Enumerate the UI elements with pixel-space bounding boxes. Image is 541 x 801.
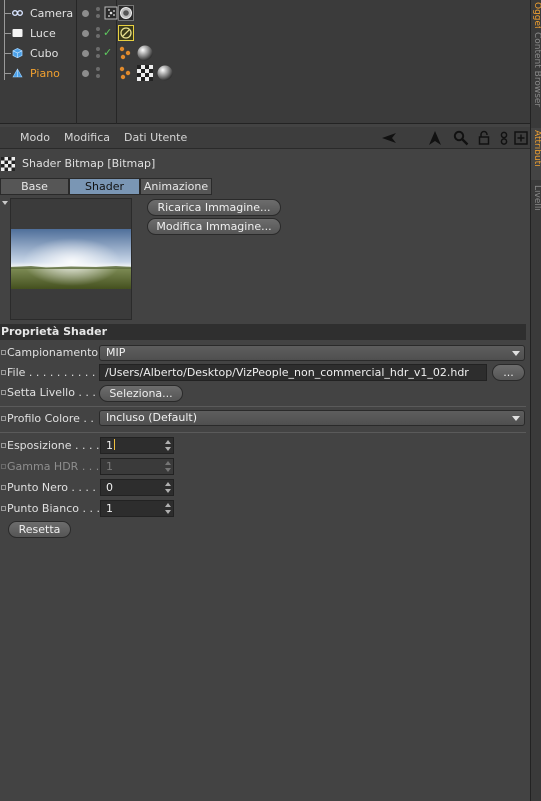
tab-base[interactable]: Base xyxy=(0,178,69,195)
cube-icon xyxy=(12,48,23,58)
tab-livelli[interactable]: Livelli xyxy=(531,183,541,228)
enabled-check-icon[interactable]: ✓ xyxy=(103,46,112,59)
label-profilo-colore: Profilo Colore . . xyxy=(7,412,94,425)
chevron-down-icon xyxy=(512,416,520,421)
attribute-header: Shader Bitmap [Bitmap] xyxy=(0,153,530,175)
object-name[interactable]: Piano xyxy=(30,67,60,80)
divider xyxy=(0,432,526,433)
camera-icon xyxy=(12,10,23,16)
dropdown-value: Incluso (Default) xyxy=(106,411,198,424)
label-punto-nero: Punto Nero . . . . . xyxy=(7,481,103,494)
link-icon[interactable] xyxy=(496,130,512,146)
plane-icon xyxy=(12,68,23,78)
reset-button[interactable]: Resetta xyxy=(8,521,71,538)
checker-material-tag-icon[interactable] xyxy=(137,65,153,81)
label-gamma-hdr: Gamma HDR . . . . xyxy=(7,460,107,473)
label-campionamento: Campionamento xyxy=(7,346,99,359)
tab-oggetti[interactable]: Oggetti xyxy=(531,0,541,28)
tab-content-browser[interactable]: Content Browser xyxy=(531,30,541,125)
label-punto-bianco: Punto Bianco . . . xyxy=(7,502,100,515)
side-tab-strip: Oggetti Content Browser Attributi Livell… xyxy=(530,0,541,801)
dropdown-value: MIP xyxy=(106,346,126,359)
property-marker[interactable] xyxy=(1,370,6,375)
tree-branch xyxy=(4,73,11,74)
property-marker[interactable] xyxy=(1,350,6,355)
search-icon[interactable] xyxy=(453,130,469,146)
label-esposizione: Esposizione . . . . xyxy=(7,439,100,452)
stepper-arrows-icon xyxy=(165,461,171,472)
lock-icon[interactable] xyxy=(476,130,492,146)
black-point-input[interactable]: 0 xyxy=(100,479,174,496)
attribute-menubar: Modo Modifica Dati Utente xyxy=(0,127,530,149)
page-title: Shader Bitmap [Bitmap] xyxy=(22,157,156,170)
file-path-field[interactable]: /Users/Alberto/Desktop/VizPeople_non_com… xyxy=(99,364,487,381)
text-cursor xyxy=(114,439,115,450)
stepper-arrows-icon[interactable] xyxy=(165,503,171,514)
divider xyxy=(0,406,526,407)
object-row-camera[interactable]: Camera xyxy=(0,3,530,23)
render-visibility-dots[interactable] xyxy=(96,27,102,39)
section-header[interactable]: Proprietà Shader xyxy=(0,324,526,340)
property-marker[interactable] xyxy=(1,390,6,395)
material-tag-icon[interactable] xyxy=(157,65,173,81)
compositing-tag-icon[interactable] xyxy=(118,25,134,41)
render-visibility-dots[interactable] xyxy=(96,47,102,59)
edit-image-button[interactable]: Modifica Immagine... xyxy=(147,218,281,235)
phong-tag-icon[interactable] xyxy=(118,45,134,61)
tree-branch xyxy=(4,33,11,34)
object-name[interactable]: Camera xyxy=(30,7,73,20)
color-profile-dropdown[interactable]: Incluso (Default) xyxy=(99,410,525,426)
menu-modifica[interactable]: Modifica xyxy=(64,131,110,144)
back-arrow-icon[interactable] xyxy=(381,130,397,146)
label-file: File . . . . . . . . . . . xyxy=(7,366,103,379)
tree-branch xyxy=(4,53,11,54)
tab-attributi[interactable]: Attributi xyxy=(531,128,541,180)
stepper-arrows-icon[interactable] xyxy=(165,482,171,493)
tab-animazione[interactable]: Animazione xyxy=(140,178,212,195)
object-row-piano[interactable]: Piano xyxy=(0,63,530,83)
browse-file-button[interactable]: ... xyxy=(492,364,525,381)
menu-dati-utente[interactable]: Dati Utente xyxy=(124,131,187,144)
property-marker[interactable] xyxy=(1,464,6,469)
object-manager: Camera Luce ✓ Cubo ✓ Piano xyxy=(0,0,530,124)
enabled-check-icon[interactable]: ✓ xyxy=(103,26,112,39)
property-marker[interactable] xyxy=(1,443,6,448)
visibility-dot[interactable] xyxy=(82,70,89,77)
bitmap-preview xyxy=(10,198,132,320)
protection-tag-icon[interactable] xyxy=(118,5,134,21)
visibility-dot[interactable] xyxy=(82,30,89,37)
visibility-dot[interactable] xyxy=(82,50,89,57)
object-name[interactable]: Luce xyxy=(30,27,56,40)
gamma-hdr-input: 1 xyxy=(100,458,174,475)
light-icon xyxy=(12,29,23,37)
object-row-cubo[interactable]: Cubo ✓ xyxy=(0,43,530,63)
object-row-luce[interactable]: Luce ✓ xyxy=(0,23,530,43)
phong-tag-icon[interactable] xyxy=(118,65,134,81)
property-marker[interactable] xyxy=(1,416,6,421)
campionamento-dropdown[interactable]: MIP xyxy=(99,345,525,361)
exposure-input[interactable]: 1 xyxy=(100,437,174,454)
chevron-down-icon xyxy=(512,351,520,356)
visibility-dot[interactable] xyxy=(82,10,89,17)
object-name[interactable]: Cubo xyxy=(30,47,58,60)
new-panel-icon[interactable] xyxy=(513,130,529,146)
property-marker[interactable] xyxy=(1,506,6,511)
hdr-preview-image xyxy=(11,229,131,289)
white-point-input[interactable]: 1 xyxy=(100,500,174,517)
tree-branch xyxy=(4,13,11,14)
material-tag-icon[interactable] xyxy=(137,45,153,61)
section-title: Proprietà Shader xyxy=(1,325,108,338)
up-arrow-icon[interactable] xyxy=(427,130,443,146)
property-marker[interactable] xyxy=(1,485,6,490)
stepper-arrows-icon[interactable] xyxy=(165,440,171,451)
collapse-arrow-icon[interactable] xyxy=(2,201,8,205)
render-visibility-dots[interactable] xyxy=(96,67,102,79)
menu-modo[interactable]: Modo xyxy=(20,131,50,144)
select-layer-button[interactable]: Seleziona... xyxy=(99,385,183,402)
label-setta-livello: Setta Livello . . . . xyxy=(7,386,103,399)
checker-shader-icon xyxy=(1,157,15,171)
reload-image-button[interactable]: Ricarica Immagine... xyxy=(147,199,281,216)
tab-shader[interactable]: Shader xyxy=(69,178,140,195)
render-visibility-dots[interactable] xyxy=(96,7,102,19)
